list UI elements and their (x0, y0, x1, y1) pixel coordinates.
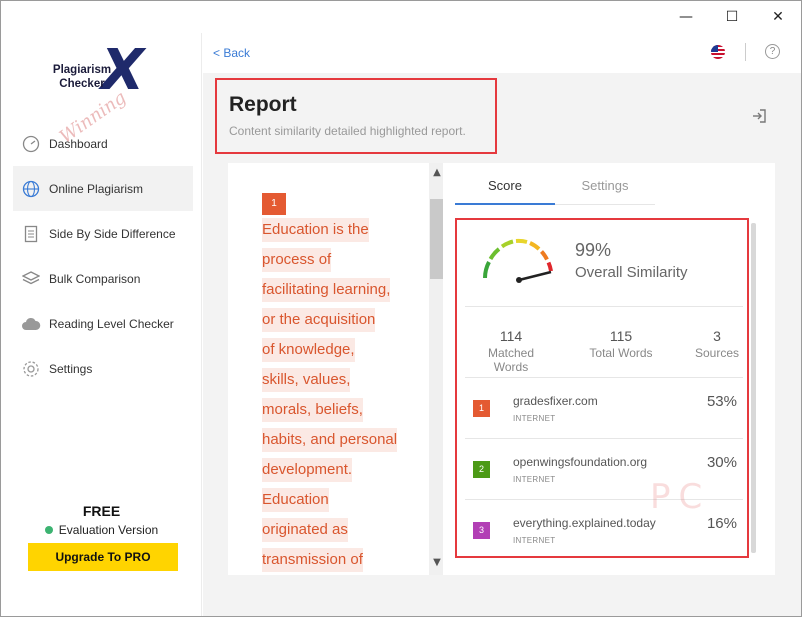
segment-number-badge: 1 (262, 193, 286, 215)
source-number-badge: 3 (473, 522, 490, 539)
export-icon[interactable] (751, 108, 767, 129)
similarity-gauge-icon (479, 234, 559, 299)
stat-label: Total Words (589, 346, 653, 360)
sidebar-item-side-by-side[interactable]: Side By Side Difference (13, 211, 193, 256)
text-line: or the acquisition (262, 305, 397, 335)
app-logo: X Plagiarism Checker Winning (41, 41, 161, 148)
text-line: habits, and personal (262, 425, 398, 455)
back-link[interactable]: < Back (213, 46, 250, 60)
status-dot-icon (44, 526, 53, 534)
text-line: skills, values, (262, 365, 397, 395)
close-button[interactable]: ✕ (755, 1, 801, 33)
text-line: facilitating learning, (262, 275, 397, 305)
top-bar: < Back ? (203, 33, 801, 73)
document-text-panel: 1 Education is the process of facilitati… (228, 163, 446, 575)
stat-label: Sources (694, 346, 740, 360)
sidebar-item-online-plagiarism[interactable]: Online Plagiarism (13, 166, 193, 211)
sidebar-item-label: Settings (49, 361, 93, 376)
sidebar-item-label: Reading Level Checker (49, 316, 174, 331)
source-type: INTERNET (513, 475, 556, 484)
corner-watermark: PC (650, 477, 711, 517)
stat-matched-words: 114 Matched Words (471, 328, 551, 374)
stat-value: 3 (713, 328, 721, 344)
similarity-label: Overall Similarity (575, 264, 688, 281)
text-line: process of (262, 245, 397, 275)
text-line: morals, beliefs, (262, 395, 397, 425)
stat-label: Matched Words (487, 346, 535, 374)
cloud-icon (21, 314, 41, 334)
gauge-icon (21, 134, 41, 154)
plan-subtitle: Evaluation Version (1, 523, 202, 537)
tab-settings[interactable]: Settings (555, 175, 655, 205)
stat-total-words: 115 Total Words (581, 328, 661, 360)
sidebar-item-label: Side By Side Difference (49, 226, 176, 241)
app-window: — ☐ ✕ X Plagiarism Checker Winning Dashb… (0, 0, 802, 617)
scrollbar-thumb[interactable] (430, 199, 444, 279)
divider (465, 306, 743, 307)
logo-text: Plagiarism Checker (47, 63, 117, 91)
main-area: < Back ? Report Content similarity detai… (203, 33, 801, 616)
maximize-button[interactable]: ☐ (709, 1, 755, 33)
text-line: transmission of (262, 545, 397, 575)
sidebar-item-label: Online Plagiarism (49, 181, 144, 196)
source-type: INTERNET (513, 536, 556, 545)
sidebar-item-reading-level[interactable]: Reading Level Checker (13, 301, 193, 346)
upgrade-button[interactable]: Upgrade To PRO (28, 543, 178, 571)
source-number-badge: 2 (473, 461, 490, 478)
plan-subtitle-text: Evaluation Version (58, 523, 159, 537)
stat-value: 115 (609, 328, 633, 344)
sidebar-item-bulk-comparison[interactable]: Bulk Comparison (13, 256, 193, 301)
plan-title: FREE (82, 503, 121, 519)
stat-sources: 3 Sources (687, 328, 747, 360)
text-line: development. (262, 455, 397, 485)
sidebar: X Plagiarism Checker Winning Dashboard O… (1, 33, 202, 616)
document-icon (21, 224, 41, 244)
topbar-divider (745, 43, 746, 61)
logo-line-2: Checker (59, 78, 105, 90)
source-number-badge: 1 (473, 400, 490, 417)
us-flag-icon[interactable] (711, 45, 725, 59)
report-header: Report Content similarity detailed highl… (215, 78, 497, 154)
page-subtitle: Content similarity detailed highlighted … (229, 124, 466, 138)
source-percent: 30% (706, 454, 737, 471)
text-line: Education is the (262, 215, 397, 245)
source-percent: 16% (706, 515, 737, 532)
source-row[interactable]: 1 gradesfixer.com INTERNET 53% (457, 378, 747, 438)
sidebar-item-label: Bulk Comparison (49, 271, 141, 286)
highlighted-text: Education is the process of facilitating… (262, 215, 398, 575)
sidebar-item-settings[interactable]: Settings (13, 346, 193, 391)
source-percent: 53% (706, 393, 737, 410)
source-name: openwingsfoundation.org (513, 455, 648, 469)
plan-info: FREE Evaluation Version (1, 503, 202, 537)
sidebar-item-dashboard[interactable]: Dashboard (13, 121, 193, 166)
sidebar-item-label: Dashboard (49, 136, 108, 151)
text-line: Education (262, 485, 397, 515)
score-scrollbar[interactable] (751, 223, 756, 553)
gear-icon (21, 359, 41, 379)
globe-icon (21, 179, 41, 199)
similarity-percent: 99% (575, 240, 612, 260)
score-tabs: Score Settings (455, 175, 655, 205)
layers-icon (21, 269, 41, 289)
source-type: INTERNET (513, 414, 556, 423)
minimize-button[interactable]: — (663, 1, 709, 33)
source-name: gradesfixer.com (513, 394, 598, 408)
sidebar-nav: Dashboard Online Plagiarism Side By Side… (13, 121, 193, 391)
text-line: of knowledge, (262, 335, 397, 365)
scroll-up-icon[interactable]: ▲ (431, 167, 443, 179)
scroll-down-icon[interactable]: ▼ (431, 557, 443, 569)
source-name: everything.explained.today (513, 516, 656, 530)
stat-value: 114 (499, 328, 523, 344)
text-line: originated as (262, 515, 397, 545)
help-icon[interactable]: ? (765, 44, 780, 59)
tab-score[interactable]: Score (455, 175, 555, 205)
score-panel: Score Settings 99% Overall Similarity 11… (443, 163, 775, 575)
title-bar: — ☐ ✕ (1, 1, 801, 33)
logo-line-1: Plagiarism (52, 64, 112, 76)
page-title: Report (229, 93, 297, 116)
